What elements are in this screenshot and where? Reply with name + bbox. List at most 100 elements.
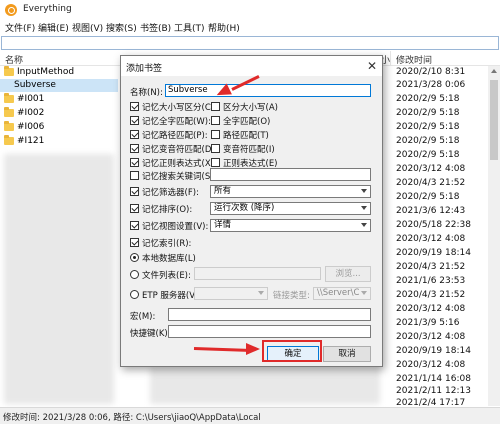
file-list-input[interactable] xyxy=(194,267,321,280)
sort-select-value: 运行次数 (降序) xyxy=(214,203,275,213)
remember-path-checkbox[interactable] xyxy=(130,130,139,139)
column-name[interactable]: 名称 xyxy=(5,53,23,66)
blurred-file-rows xyxy=(4,154,114,404)
remember-filter-checkbox[interactable] xyxy=(130,187,139,196)
add-bookmark-dialog: 添加书签 ✕ 名称(N): Subverse 记忆大小写区分(C): 区分大小写… xyxy=(120,55,383,367)
dialog-title: 添加书签 xyxy=(126,64,163,74)
window-title: Everything xyxy=(23,4,72,14)
remember-diacritics-checkbox[interactable] xyxy=(130,144,139,153)
bookmark-name-input[interactable]: Subverse xyxy=(165,84,371,97)
date-cell: 2020/2/9 5:18 xyxy=(396,108,460,118)
date-cell: 2020/3/12 4:08 xyxy=(396,332,466,342)
match-case-label: 区分大小写(A) xyxy=(223,103,278,113)
menu-help[interactable]: 帮助(H) xyxy=(208,21,240,34)
regex-checkbox[interactable] xyxy=(211,158,220,167)
scroll-up-icon[interactable] xyxy=(491,69,497,73)
menu-edit[interactable]: 编辑(E) xyxy=(38,21,69,34)
view-select-value: 详情 xyxy=(214,220,232,230)
filter-select[interactable]: 所有 xyxy=(210,185,371,198)
whole-word-label: 全字匹配(O) xyxy=(223,117,271,127)
file-name: Subverse xyxy=(14,80,56,90)
close-icon[interactable]: ✕ xyxy=(365,59,379,73)
status-bar: 修改时间: 2021/3/28 0:06, 路径: C:\Users\jiaoQ… xyxy=(0,407,500,424)
file-row-selected[interactable]: Subverse xyxy=(0,79,118,92)
window-titlebar: Everything xyxy=(0,0,500,20)
chevron-down-icon xyxy=(361,223,367,227)
menu-tools[interactable]: 工具(T) xyxy=(174,21,205,34)
search-keywords-input[interactable] xyxy=(210,168,371,181)
date-cell: 2020/5/18 22:38 xyxy=(396,220,471,230)
browse-button[interactable]: 浏览... xyxy=(325,266,371,282)
link-type-select[interactable]: \\Server\C xyxy=(313,287,371,300)
date-cell: 2021/3/6 12:43 xyxy=(396,206,466,216)
remember-case-label: 记忆大小写区分(C): xyxy=(142,103,217,113)
menu-bar: 文件(F) 编辑(E) 视图(V) 搜索(S) 书签(B) 工具(T) 帮助(H… xyxy=(0,20,500,35)
column-modified[interactable]: 修改时间 xyxy=(396,53,432,66)
match-diacritics-checkbox[interactable] xyxy=(211,144,220,153)
date-cell: 2021/3/28 0:06 xyxy=(396,80,466,90)
dialog-titlebar[interactable]: 添加书签 ✕ xyxy=(121,56,382,76)
match-path-label: 路径匹配(T) xyxy=(223,131,269,141)
annotation-arrowhead-ok xyxy=(246,343,260,355)
date-cell: 2020/2/9 5:18 xyxy=(396,94,460,104)
macro-label: 宏(M): xyxy=(130,312,156,322)
remember-search-checkbox[interactable] xyxy=(130,171,139,180)
vertical-scrollbar[interactable] xyxy=(488,66,500,406)
chevron-down-icon xyxy=(361,206,367,210)
menu-view[interactable]: 视图(V) xyxy=(72,21,103,34)
date-cell: 2021/3/9 5:16 xyxy=(396,318,460,328)
modified-date-column: 2020/2/10 8:31 2021/3/28 0:06 2020/2/9 5… xyxy=(393,66,500,408)
remember-sort-label: 记忆排序(O): xyxy=(142,205,193,215)
menu-bookmarks[interactable]: 书签(B) xyxy=(140,21,171,34)
ok-button-highlight xyxy=(262,340,322,362)
file-list-radio[interactable] xyxy=(130,270,139,279)
menu-search[interactable]: 搜索(S) xyxy=(106,21,137,34)
remember-view-checkbox[interactable] xyxy=(130,221,139,230)
chevron-down-icon xyxy=(361,291,367,295)
link-type-value: \\Server\C xyxy=(317,288,360,298)
remember-case-checkbox[interactable] xyxy=(130,102,139,111)
chevron-down-icon xyxy=(258,291,264,295)
date-cell: 2020/4/3 21:52 xyxy=(396,178,466,188)
view-select[interactable]: 详情 xyxy=(210,219,371,232)
local-database-radio[interactable] xyxy=(130,253,139,262)
blurred-path-cells xyxy=(150,366,380,404)
remember-path-label: 记忆路径匹配(P): xyxy=(142,131,208,141)
remember-sort-checkbox[interactable] xyxy=(130,204,139,213)
shortcut-input[interactable] xyxy=(168,325,371,338)
date-cell: 2020/4/3 21:52 xyxy=(396,262,466,272)
sort-select[interactable]: 运行次数 (降序) xyxy=(210,202,371,215)
remember-view-label: 记忆视图设置(V): xyxy=(142,222,209,232)
date-cell: 2020/2/9 5:18 xyxy=(396,150,460,160)
local-database-label: 本地数据库(L) xyxy=(142,254,196,264)
etp-server-select[interactable] xyxy=(194,287,268,300)
remember-regex-checkbox[interactable] xyxy=(130,158,139,167)
remember-whole-word-checkbox[interactable] xyxy=(130,116,139,125)
scrollbar-thumb[interactable] xyxy=(490,80,498,160)
match-case-checkbox[interactable] xyxy=(211,102,220,111)
cancel-button[interactable]: 取消 xyxy=(323,346,371,362)
folder-icon xyxy=(4,121,14,131)
name-label: 名称(N): xyxy=(130,88,163,98)
remember-index-checkbox[interactable] xyxy=(130,238,139,247)
column-divider[interactable] xyxy=(390,51,391,66)
match-diacritics-label: 变音符匹配(I) xyxy=(223,145,275,155)
macro-input[interactable] xyxy=(168,308,371,321)
date-cell: 2020/3/12 4:08 xyxy=(396,360,466,370)
file-name: InputMethod xyxy=(17,67,75,77)
remember-regex-label: 记忆正则表达式(X): xyxy=(142,159,217,169)
date-cell: 2021/1/6 23:53 xyxy=(396,276,466,286)
file-list-label: 文件列表(E): xyxy=(142,271,191,281)
date-cell: 2020/2/9 5:18 xyxy=(396,136,460,146)
match-path-checkbox[interactable] xyxy=(211,130,220,139)
folder-icon xyxy=(4,107,14,117)
menu-file[interactable]: 文件(F) xyxy=(5,21,35,34)
date-cell: 2020/2/9 5:18 xyxy=(396,192,460,202)
remember-filter-label: 记忆筛选器(F): xyxy=(142,188,199,198)
date-cell: 2020/3/12 4:08 xyxy=(396,164,466,174)
whole-word-checkbox[interactable] xyxy=(211,116,220,125)
search-input[interactable] xyxy=(1,36,499,50)
folder-icon xyxy=(4,93,14,103)
date-cell: 2020/3/12 4:08 xyxy=(396,304,466,314)
etp-server-radio[interactable] xyxy=(130,290,139,299)
